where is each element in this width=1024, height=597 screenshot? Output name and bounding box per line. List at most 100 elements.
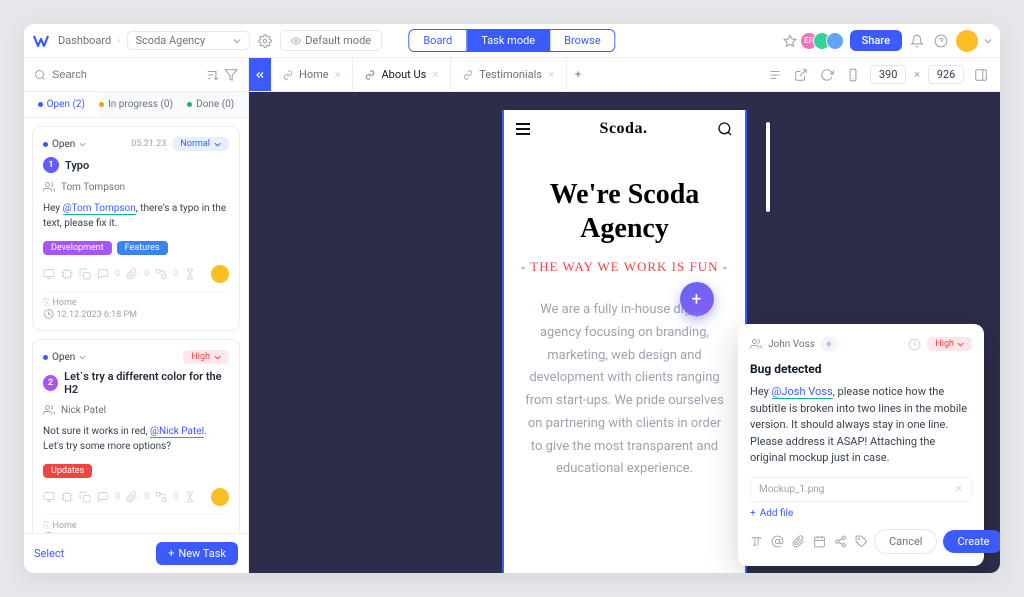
- comment-icon[interactable]: [97, 268, 109, 280]
- calendar-icon[interactable]: [813, 535, 826, 548]
- target-icon[interactable]: [61, 491, 73, 503]
- monitor-icon[interactable]: [43, 268, 55, 280]
- new-task-popover: John Voss + High Bug detected Hey @Josh …: [738, 324, 984, 566]
- chevron-down-icon[interactable]: [984, 37, 992, 45]
- share-button[interactable]: Share: [850, 30, 902, 51]
- hamburger-icon[interactable]: [516, 123, 530, 135]
- help-icon[interactable]: [932, 32, 950, 50]
- search-icon[interactable]: [717, 121, 733, 137]
- add-tab-button[interactable]: +: [567, 58, 589, 91]
- breadcrumb-root[interactable]: Dashboard: [58, 34, 111, 47]
- clock-icon[interactable]: [908, 338, 921, 351]
- sort-icon[interactable]: [206, 68, 220, 82]
- external-link-icon[interactable]: [792, 66, 810, 84]
- app-logo[interactable]: [32, 32, 50, 50]
- copy-icon[interactable]: [79, 268, 91, 280]
- status-tab-inprogress[interactable]: In progress (0): [99, 92, 174, 117]
- status-tab-open[interactable]: Open (2): [24, 92, 99, 117]
- user-avatar[interactable]: [956, 30, 978, 52]
- target-icon[interactable]: [61, 268, 73, 280]
- link-icon: [365, 70, 375, 80]
- mode-button[interactable]: Default mode: [280, 30, 382, 51]
- hero-paragraph: We are a fully in-house digital agency f…: [518, 299, 731, 481]
- subtask-icon[interactable]: [155, 268, 167, 280]
- collaborator-avatars[interactable]: EF: [805, 32, 844, 50]
- preview-scrollbar[interactable]: [766, 122, 770, 212]
- add-file-button[interactable]: +Add file: [750, 508, 972, 519]
- task-card[interactable]: Open 05.21.23 Normal 1 Typo Tom Tompson …: [32, 126, 240, 331]
- mention[interactable]: @Tom Tompson: [63, 203, 136, 215]
- task-number-badge: 1: [43, 157, 59, 173]
- attachment-icon[interactable]: [126, 268, 138, 280]
- refresh-icon[interactable]: [818, 66, 836, 84]
- search-input[interactable]: [52, 69, 200, 81]
- status-tab-done[interactable]: Done (0): [173, 92, 248, 117]
- popover-user: John Voss: [768, 339, 815, 350]
- top-bar: Dashboard › Scoda Agency Default mode Bo…: [24, 24, 1000, 58]
- settings-icon[interactable]: [258, 34, 272, 48]
- priority-pill[interactable]: High: [927, 337, 972, 351]
- close-icon[interactable]: ×: [432, 68, 438, 81]
- assignee-row[interactable]: Nick Patel: [43, 404, 229, 416]
- page-tab-about[interactable]: About Us ×: [353, 58, 451, 91]
- tag[interactable]: Features: [117, 241, 168, 255]
- hourglass-icon[interactable]: [184, 491, 196, 503]
- comment-icon[interactable]: [97, 491, 109, 503]
- viewport-width[interactable]: 390: [870, 65, 906, 84]
- add-assignee-button[interactable]: +: [821, 336, 837, 352]
- select-link[interactable]: Select: [34, 547, 64, 560]
- assignee-row[interactable]: Tom Tompson: [43, 181, 229, 193]
- segment-task[interactable]: Task mode: [467, 30, 550, 51]
- priority-pill[interactable]: Normal: [172, 137, 229, 151]
- remove-attachment-icon[interactable]: ✕: [955, 484, 963, 495]
- link-icon: [463, 70, 473, 80]
- canvas-area[interactable]: Scoda. We're Scoda Agency - THE WAY WE W…: [249, 92, 1000, 573]
- task-avatar[interactable]: [211, 488, 229, 506]
- popover-body[interactable]: Hey @Josh Voss, please notice how the su…: [750, 384, 972, 467]
- tag[interactable]: Updates: [43, 464, 92, 478]
- tag[interactable]: Development: [43, 241, 112, 255]
- tag-icon[interactable]: [855, 535, 868, 548]
- list-icon[interactable]: [766, 66, 784, 84]
- mention-icon[interactable]: [771, 535, 784, 548]
- mention[interactable]: @Nick Patel: [150, 426, 204, 438]
- mention[interactable]: @Josh Voss: [772, 385, 833, 399]
- user-icon: [750, 338, 762, 350]
- bell-icon[interactable]: [908, 32, 926, 50]
- add-comment-fab[interactable]: +: [680, 282, 714, 316]
- popover-title[interactable]: Bug detected: [750, 362, 972, 376]
- attachment-icon[interactable]: [126, 491, 138, 503]
- segment-board[interactable]: Board: [409, 30, 467, 51]
- text-format-icon[interactable]: [750, 535, 763, 548]
- task-title: Let`s try a different color for the H2: [64, 370, 229, 396]
- device-icon[interactable]: [844, 66, 862, 84]
- attachment-icon[interactable]: [792, 535, 805, 548]
- task-card[interactable]: Open High 2 Let`s try a different color …: [32, 339, 240, 533]
- star-icon[interactable]: [781, 32, 799, 50]
- status-dot-icon: [187, 102, 192, 107]
- task-meta-icons: 0 0 0: [43, 265, 229, 283]
- collapse-panel-button[interactable]: [249, 58, 271, 91]
- subtask-icon[interactable]: [155, 491, 167, 503]
- page-tab-home[interactable]: Home ×: [271, 58, 353, 91]
- panels-icon[interactable]: [972, 66, 990, 84]
- workspace-dropdown[interactable]: Scoda Agency: [127, 31, 251, 50]
- close-icon[interactable]: ×: [548, 68, 554, 81]
- monitor-icon[interactable]: [43, 491, 55, 503]
- new-task-button[interactable]: +New Task: [156, 542, 238, 565]
- filter-icon[interactable]: [224, 68, 238, 82]
- hourglass-icon[interactable]: [184, 268, 196, 280]
- priority-pill[interactable]: High: [183, 350, 229, 364]
- cancel-button[interactable]: Cancel: [874, 529, 937, 554]
- copy-icon[interactable]: [79, 491, 91, 503]
- task-avatar[interactable]: [211, 265, 229, 283]
- share-icon[interactable]: [834, 535, 847, 548]
- close-icon[interactable]: ×: [335, 68, 341, 81]
- page-tab-testimonials[interactable]: Testimonials ×: [451, 58, 567, 91]
- task-status[interactable]: Open: [43, 352, 86, 363]
- segment-browse[interactable]: Browse: [550, 30, 615, 51]
- task-status[interactable]: Open: [43, 139, 86, 150]
- task-body: Hey @Tom Tompson, there's a typo in the …: [43, 201, 229, 231]
- create-button[interactable]: Create: [943, 530, 1000, 553]
- viewport-height[interactable]: 926: [928, 65, 964, 84]
